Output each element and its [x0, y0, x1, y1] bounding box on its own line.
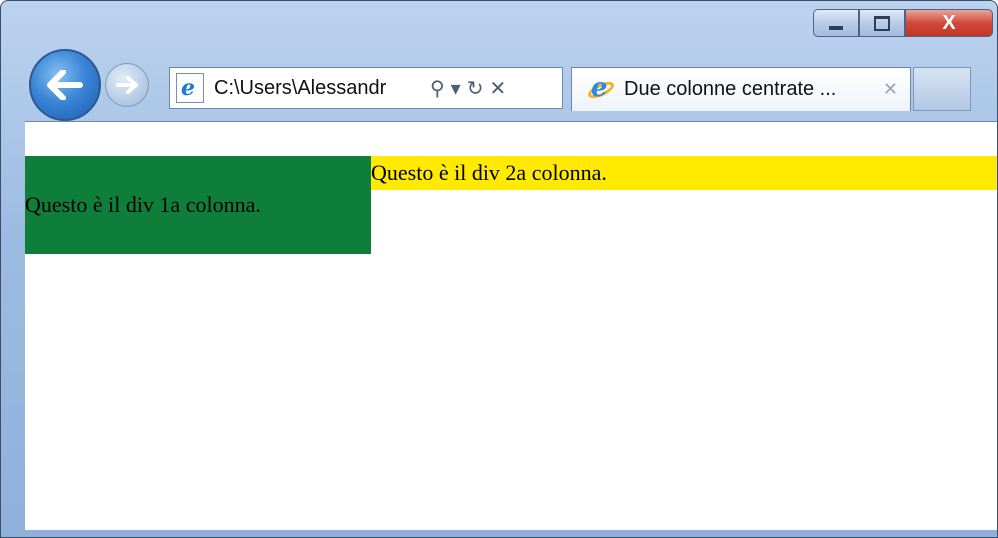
forward-arrow-icon	[116, 76, 138, 94]
window-controls: X	[813, 9, 993, 39]
address-controls: ⚲ ▾ ↻ ✕	[430, 76, 506, 101]
address-bar[interactable]: e C:\Users\Alessandr ⚲ ▾ ↻ ✕	[169, 67, 563, 109]
column-2-text: Questo è il div 2a colonna.	[371, 160, 607, 185]
div-column-1: Questo è il div 1a colonna.	[25, 156, 371, 254]
browser-chrome: X e C:\Users\Alessandr ⚲ ▾ ↻ ✕ e Due col…	[1, 1, 997, 121]
address-input[interactable]: C:\Users\Alessandr	[214, 77, 424, 100]
ie-icon: e	[585, 73, 617, 105]
tab-close-icon[interactable]: ✕	[883, 79, 898, 100]
close-window-button[interactable]: X	[905, 9, 993, 37]
stop-icon[interactable]: ✕	[489, 76, 506, 101]
back-arrow-icon	[47, 70, 83, 100]
chevron-down-icon[interactable]: ▾	[451, 76, 461, 101]
column-1-text: Questo è il div 1a colonna.	[25, 192, 261, 217]
browser-window: X e C:\Users\Alessandr ⚲ ▾ ↻ ✕ e Due col…	[0, 0, 998, 538]
maximize-icon	[874, 15, 890, 31]
back-button[interactable]	[29, 49, 101, 121]
tab-title: Due colonne centrate ...	[624, 78, 837, 100]
search-icon[interactable]: ⚲	[430, 76, 445, 101]
tab-active[interactable]: e Due colonne centrate ... ✕	[571, 67, 911, 111]
minimize-button[interactable]	[813, 9, 859, 37]
close-icon: X	[942, 11, 956, 34]
forward-button[interactable]	[105, 63, 149, 107]
refresh-icon[interactable]: ↻	[467, 76, 484, 101]
minimize-icon	[829, 26, 843, 30]
maximize-button[interactable]	[859, 9, 905, 37]
page-viewport: Questo è il div 1a colonna. Questo è il …	[25, 121, 997, 530]
new-tab-button[interactable]	[913, 67, 971, 111]
div-column-2: Questo è il div 2a colonna.	[371, 156, 997, 190]
page-icon: e	[176, 73, 204, 103]
